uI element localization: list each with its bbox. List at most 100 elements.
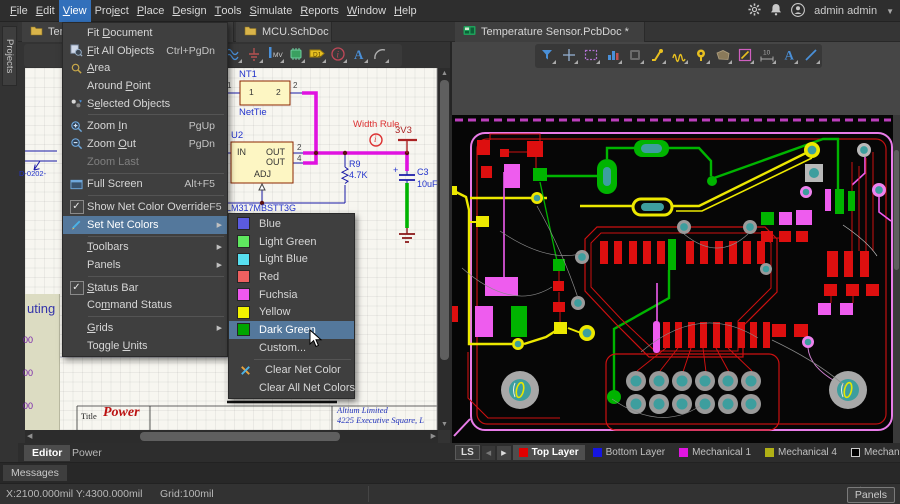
tab-mcu-schdoc[interactable]: MCU.SchDoc (236, 22, 332, 42)
layer-tab-label: Mechanical 1 (692, 447, 751, 458)
pcb-canvas[interactable] (452, 115, 893, 443)
view-menu-item-grids[interactable]: Grids▶ (63, 319, 227, 337)
view-menu-item-fit-document[interactable]: Fit Document (63, 24, 227, 42)
view-menu-item-full-screen[interactable]: Full ScreenAlt+F5 (63, 176, 227, 194)
tag-tool-icon[interactable]: D1 (308, 45, 326, 63)
scroll-right-icon[interactable]: ▶ (497, 446, 510, 460)
net-color-item-clear-all-net-colors[interactable]: Clear All Net Colors (229, 379, 354, 397)
layer-tab-mechanical-1[interactable]: Mechanical 1 (673, 445, 757, 460)
menu-item-label: Light Blue (250, 253, 308, 265)
net-color-item-red[interactable]: Red (229, 268, 354, 286)
chart-tool-icon[interactable] (604, 46, 622, 64)
net-color-item-light-blue[interactable]: Light Blue (229, 250, 354, 268)
menu-view[interactable]: View (59, 0, 91, 22)
menu-item-label: Set Net Colors (87, 219, 159, 231)
route-tool-icon[interactable] (648, 46, 666, 64)
pcb-rect (675, 322, 682, 348)
layer-tab-top-layer[interactable]: Top Layer (513, 445, 585, 460)
menu-project[interactable]: Project (91, 0, 133, 22)
text-tool-icon[interactable]: A (780, 46, 798, 64)
menu-tools[interactable]: Tools (211, 0, 246, 22)
user-avatar-icon[interactable] (791, 3, 805, 20)
select-rect-tool-icon[interactable] (582, 46, 600, 64)
pcb-v-scrollbar[interactable] (893, 115, 900, 443)
net-color-item-light-green[interactable]: Light Green (229, 233, 354, 251)
layer-tab-mechanical-4[interactable]: Mechanical 4 (759, 445, 843, 460)
net-color-item-clear-net-color[interactable]: Clear Net Color (229, 362, 354, 380)
pcb-rect (641, 203, 664, 211)
pcb-rect (825, 189, 831, 211)
pad-tool-icon[interactable] (626, 46, 644, 64)
filter-tool-icon[interactable] (538, 46, 556, 64)
view-menu-item-zoom-out[interactable]: Zoom OutPgDn (63, 135, 227, 153)
menu-reports[interactable]: Reports (296, 0, 343, 22)
view-menu-item-zoom-last[interactable]: Zoom Last (63, 153, 227, 171)
arc-tool-icon[interactable] (371, 45, 389, 63)
view-menu-item-status-bar[interactable]: ✓Status Bar (63, 279, 227, 297)
menu-place[interactable]: Place (133, 0, 169, 22)
view-menu-item-area[interactable]: Area (63, 59, 227, 77)
tab-temperature-sensor-pcbdoc[interactable]: Temperature Sensor.PcbDoc * (455, 22, 645, 42)
dimension-tool-icon[interactable]: 10 (758, 46, 776, 64)
view-menu-item-panels[interactable]: Panels▶ (63, 256, 227, 274)
pcb-rect (818, 303, 831, 315)
tab-power[interactable]: Power (64, 445, 110, 461)
cross-tool-icon[interactable] (560, 46, 578, 64)
view-menu: Fit DocumentFit All ObjectsCtrl+PgDnArea… (62, 22, 228, 357)
info-tool-icon[interactable]: i (329, 45, 347, 63)
text-tool-icon[interactable]: A (350, 45, 368, 63)
net-color-item-fuchsia[interactable]: Fuchsia (229, 286, 354, 304)
view-menu-item-show-net-color-override[interactable]: ✓Show Net Color OverrideF5 (63, 198, 227, 216)
view-menu-item-zoom-in[interactable]: Zoom InPgUp (63, 117, 227, 135)
tab-label: MCU.SchDoc (262, 26, 329, 38)
bell-icon[interactable] (770, 3, 782, 19)
gear-icon[interactable] (748, 3, 761, 19)
layer-tab-mechanical-16[interactable]: Mechanical 16 (845, 445, 900, 460)
net-color-item-blue[interactable]: Blue (229, 215, 354, 233)
pcb-path (559, 271, 560, 322)
schematic-h-scrollbar[interactable]: ◀ ▶ (25, 430, 438, 443)
chevron-down-icon[interactable]: ▼ (886, 7, 894, 16)
chip-tool-icon[interactable] (287, 45, 305, 63)
view-menu-item-selected-objects[interactable]: Selected Objects (63, 95, 227, 113)
room-tool-icon[interactable] (714, 46, 732, 64)
pcb-path (454, 419, 470, 436)
view-menu-item-set-net-colors[interactable]: Set Net Colors▶ (63, 216, 227, 234)
tab-messages[interactable]: Messages (3, 465, 67, 481)
menu-item-label: Show Net Color Override (87, 201, 209, 213)
ground-tool-icon[interactable] (245, 45, 263, 63)
line-tool-icon[interactable] (802, 46, 820, 64)
view-menu-item-toggle-units[interactable]: Toggle Units (63, 337, 227, 355)
via-tool-icon[interactable] (692, 46, 710, 64)
scroll-left-icon[interactable]: ◀ (482, 446, 495, 460)
panels-button[interactable]: Panels (847, 487, 895, 503)
ls-button[interactable]: LS (455, 445, 480, 460)
probe-tool-icon[interactable]: MV (266, 45, 284, 63)
schematic-v-scrollbar[interactable]: ▲ ▼ (438, 68, 450, 430)
view-menu-item-toolbars[interactable]: Toolbars▶ (63, 239, 227, 257)
net-color-item-yellow[interactable]: Yellow (229, 303, 354, 321)
menu-help[interactable]: Help (390, 0, 421, 22)
measure-tool-icon[interactable] (736, 46, 754, 64)
pcb-rect (763, 322, 770, 348)
view-menu-item-around-point[interactable]: Around Point (63, 77, 227, 95)
document-view-tabs: Editor Power (18, 443, 450, 462)
view-menu-item-fit-all-objects[interactable]: Fit All ObjectsCtrl+PgDn (63, 42, 227, 60)
user-name[interactable]: admin admin (814, 5, 877, 17)
pcb-graphics (452, 115, 893, 443)
sheet-symbol-text: uting (27, 301, 55, 316)
sidebar-tab-projects[interactable]: Projects (2, 26, 17, 86)
menu-edit[interactable]: Edit (32, 0, 59, 22)
view-menu-item-command-status[interactable]: Command Status (63, 297, 227, 315)
menu-window[interactable]: Window (343, 0, 390, 22)
svg-text:10: 10 (763, 50, 771, 57)
tune-tool-icon[interactable] (670, 46, 688, 64)
layer-tab-bottom-layer[interactable]: Bottom Layer (587, 445, 671, 460)
menu-item-label: Clear Net Color (256, 364, 341, 376)
menu-file[interactable]: File (6, 0, 32, 22)
menu-design[interactable]: Design (168, 0, 210, 22)
net-color-item-custom[interactable]: Custom... (229, 339, 354, 357)
net-color-item-dark-green[interactable]: Dark Green (229, 321, 354, 339)
menu-simulate[interactable]: Simulate (246, 0, 297, 22)
pcb-rect (846, 284, 859, 296)
